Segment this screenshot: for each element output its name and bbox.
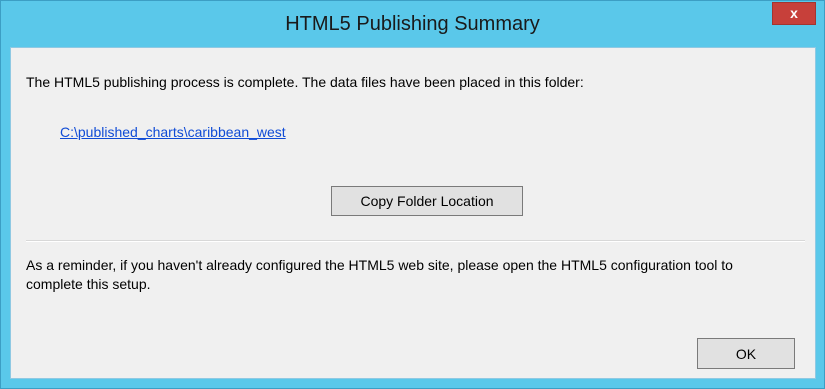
- folder-path-link[interactable]: C:\published_charts\caribbean_west: [60, 124, 286, 140]
- ok-button[interactable]: OK: [697, 338, 795, 369]
- title-bar[interactable]: HTML5 Publishing Summary x: [1, 1, 824, 44]
- divider: [26, 240, 805, 242]
- reminder-text: As a reminder, if you haven't already co…: [26, 257, 733, 292]
- copy-folder-location-button[interactable]: Copy Folder Location: [331, 186, 523, 216]
- dialog-window: HTML5 Publishing Summary x The HTML5 pub…: [0, 0, 825, 389]
- close-button[interactable]: x: [772, 2, 816, 25]
- close-icon: x: [790, 5, 798, 21]
- completion-message: The HTML5 publishing process is complete…: [26, 74, 584, 90]
- dialog-title: HTML5 Publishing Summary: [285, 13, 540, 35]
- dialog-body: The HTML5 publishing process is complete…: [10, 47, 816, 379]
